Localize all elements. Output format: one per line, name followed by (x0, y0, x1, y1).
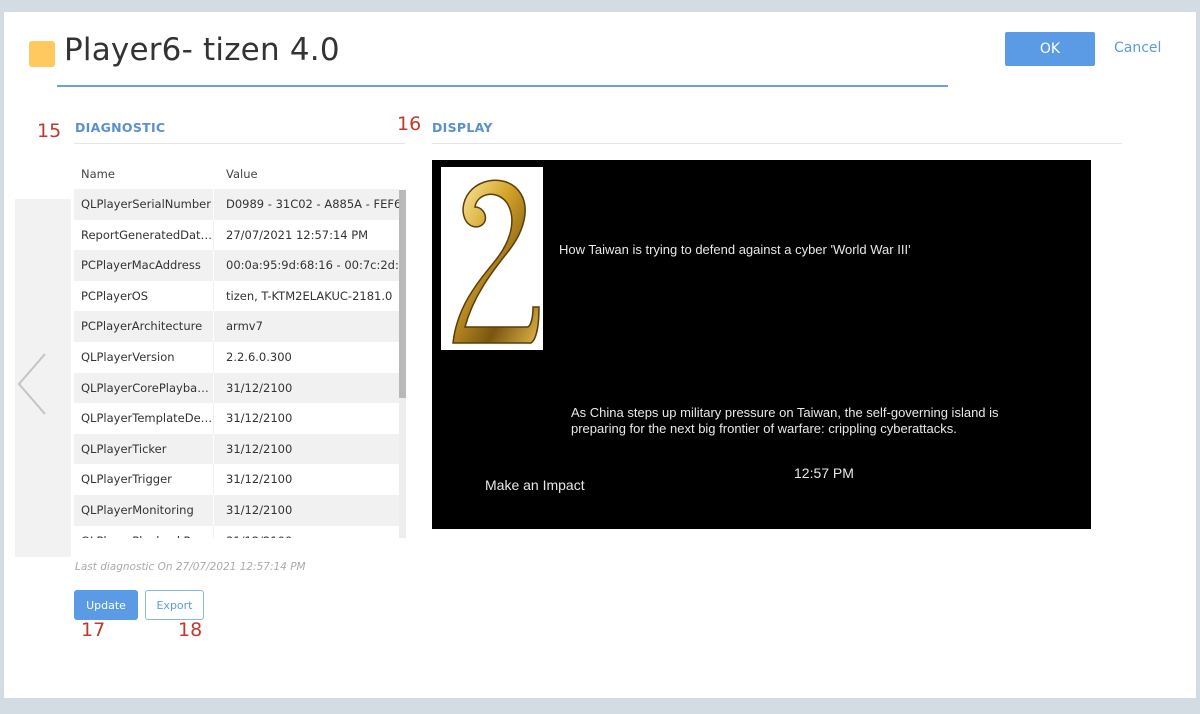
cell-name: QLPlayerVersion (74, 341, 214, 373)
annotation-16: 16 (397, 113, 422, 135)
last-diagnostic-text: Last diagnostic On 27/07/2021 12:57:14 P… (75, 561, 306, 573)
status-square-icon (29, 41, 55, 67)
cell-value: 31/12/2100 (226, 411, 293, 426)
player-dialog: Player6- tizen 4.0 OK Cancel 15 16 17 18… (4, 12, 1196, 698)
table-body: QLPlayerSerialNumber D0989 - 31C02 - A885… (74, 189, 399, 538)
cell-name: QLPlayerMonitoring (74, 494, 214, 526)
display-body-line-2: preparing for the next big frontier of w… (571, 421, 957, 436)
export-button[interactable]: Export (145, 590, 204, 620)
table-row: QLPlayerTemplateDes... 31/12/2100 (74, 403, 399, 434)
table-row: QLPlayerPlaybackR...31/12/2100 (74, 525, 399, 538)
table-row: QLPlayerMonitoring 31/12/2100 (74, 494, 399, 526)
display-divider (432, 143, 1122, 144)
table-row: QLPlayerCorePlaybac... 31/12/2100 (74, 372, 399, 404)
column-header-value: Value (226, 167, 258, 181)
cell-name: PCPlayerOS (74, 280, 214, 312)
cell-name: PCPlayerArchitecture (74, 311, 214, 342)
table-row: PCPlayerMacAddress 00:0a:95:9d:68:16 - 00… (74, 250, 399, 281)
diagnostic-section-title: DIAGNOSTIC (75, 120, 166, 135)
cell-value: D0989 - 31C02 - A885A - FEF61 (226, 197, 399, 211)
chevron-left-icon[interactable] (15, 352, 51, 420)
title-underline (57, 85, 948, 87)
display-time: 12:57 PM (794, 465, 854, 481)
cell-name: QLPlayerTicker (74, 433, 214, 465)
cell-value: 31/12/2100 (226, 380, 293, 395)
cell-name: QLPlayerTrigger (74, 464, 214, 495)
display-preview: How Taiwan is trying to defend against a… (432, 160, 1091, 529)
display-headline: How Taiwan is trying to defend against a… (559, 242, 911, 257)
display-section-title: DISPLAY (432, 120, 493, 135)
cell-name: QLPlayerSerialNumber (74, 189, 214, 220)
cell-value: 31/12/2100 (215, 526, 399, 538)
cell-name: PCPlayerMacAddress (74, 250, 214, 281)
gold-number-2-icon (441, 167, 543, 350)
annotation-15: 15 (37, 120, 62, 142)
cell-name: QLPlayerCorePlaybac... (74, 372, 214, 404)
cell-value: 31/12/2100 (226, 502, 293, 517)
annotation-17: 17 (81, 619, 106, 641)
display-tagline: Make an Impact (485, 477, 585, 493)
cancel-button[interactable]: Cancel (1114, 40, 1161, 56)
table-scrollbar-thumb[interactable] (399, 190, 406, 398)
cell-name: ReportGeneratedDate... (74, 219, 214, 251)
cell-value: 31/12/2100 (226, 441, 293, 456)
table-header: Name Value (74, 158, 399, 188)
table-row: ReportGeneratedDate... 27/07/2021 12:57:1… (74, 219, 399, 251)
cell-value: 27/07/2021 12:57:14 PM (226, 227, 369, 242)
table-row: QLPlayerSerialNumber D0989 - 31C02 - A885… (74, 189, 399, 220)
cell-value: 31/12/2100 (226, 472, 293, 487)
update-button[interactable]: Update (74, 590, 138, 620)
page-title: Player6- tizen 4.0 (64, 32, 340, 68)
table-row: QLPlayerTrigger 31/12/2100 (74, 464, 399, 495)
display-body-line-1: As China steps up military pressure on T… (571, 405, 999, 420)
cell-value: armv7 (226, 319, 263, 334)
cell-name: QLPlayerPlaybackR... (74, 525, 214, 538)
cell-name: QLPlayerTemplateDes... (74, 403, 214, 434)
diagnostic-table: Name Value QLPlayerSerialNumber D0989 - 3… (74, 158, 406, 538)
annotation-18: 18 (178, 619, 203, 641)
diagnostic-divider (74, 143, 405, 144)
column-header-name: Name (81, 167, 115, 181)
cell-value: 2.2.6.0.300 (226, 349, 292, 364)
table-row: PCPlayerOS tizen, T-KTM2ELAKUC-2181.0 (74, 280, 399, 312)
table-row: QLPlayerTicker 31/12/2100 (74, 433, 399, 465)
ok-button[interactable]: OK (1005, 32, 1095, 66)
cell-value: 00:0a:95:9d:68:16 - 00:7c:2d:67 (226, 258, 399, 273)
table-row: PCPlayerArchitecture armv7 (74, 311, 399, 342)
table-row: QLPlayerVersion 2.2.6.0.300 (74, 341, 399, 373)
cell-value: tizen, T-KTM2ELAKUC-2181.0 (226, 288, 393, 303)
